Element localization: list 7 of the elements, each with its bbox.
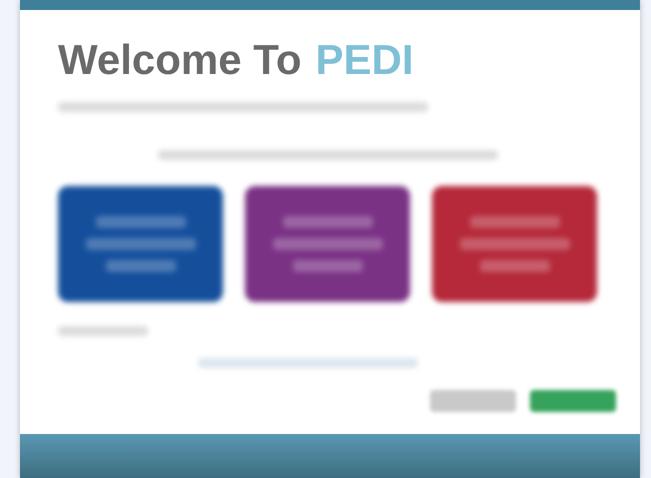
app-name: PEDI	[316, 36, 414, 84]
option-card[interactable]	[58, 186, 223, 302]
cancel-button[interactable]	[430, 390, 516, 412]
continue-button[interactable]	[530, 390, 616, 412]
welcome-heading: Welcome To	[58, 36, 302, 84]
option-card[interactable]	[245, 186, 410, 302]
option-card[interactable]	[432, 186, 597, 302]
